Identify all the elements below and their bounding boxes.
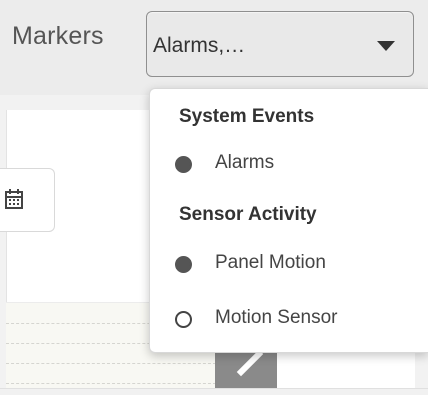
markers-dropdown-menu: System Events Alarms Sensor Activity Pan… [149, 88, 428, 353]
option-motion-sensor[interactable]: Motion Sensor [175, 306, 415, 334]
grid-line [6, 363, 216, 364]
option-label: Alarms [215, 152, 275, 173]
option-label: Motion Sensor [215, 307, 338, 328]
filled-circle-icon [175, 256, 192, 273]
markers-select-value: Alarms,… [153, 34, 246, 57]
group-header-system-events: System Events [179, 106, 315, 127]
option-alarms[interactable]: Alarms [175, 151, 415, 179]
grid-line [6, 383, 216, 384]
toolbar: Markers Alarms,… [0, 0, 428, 95]
caret-down-icon[interactable] [377, 41, 395, 51]
markers-select[interactable]: Alarms,… [146, 11, 414, 77]
filled-circle-icon [175, 156, 192, 173]
calendar-icon[interactable] [4, 188, 24, 210]
app-root: Markers Alarms,… System Events Alarms Se… [0, 0, 428, 395]
hollow-circle-icon [175, 311, 192, 328]
option-label: Panel Motion [215, 252, 326, 273]
group-header-sensor-activity: Sensor Activity [179, 204, 317, 225]
bottom-edge [0, 388, 428, 395]
option-panel-motion[interactable]: Panel Motion [175, 251, 415, 279]
markers-label: Markers [12, 22, 104, 50]
